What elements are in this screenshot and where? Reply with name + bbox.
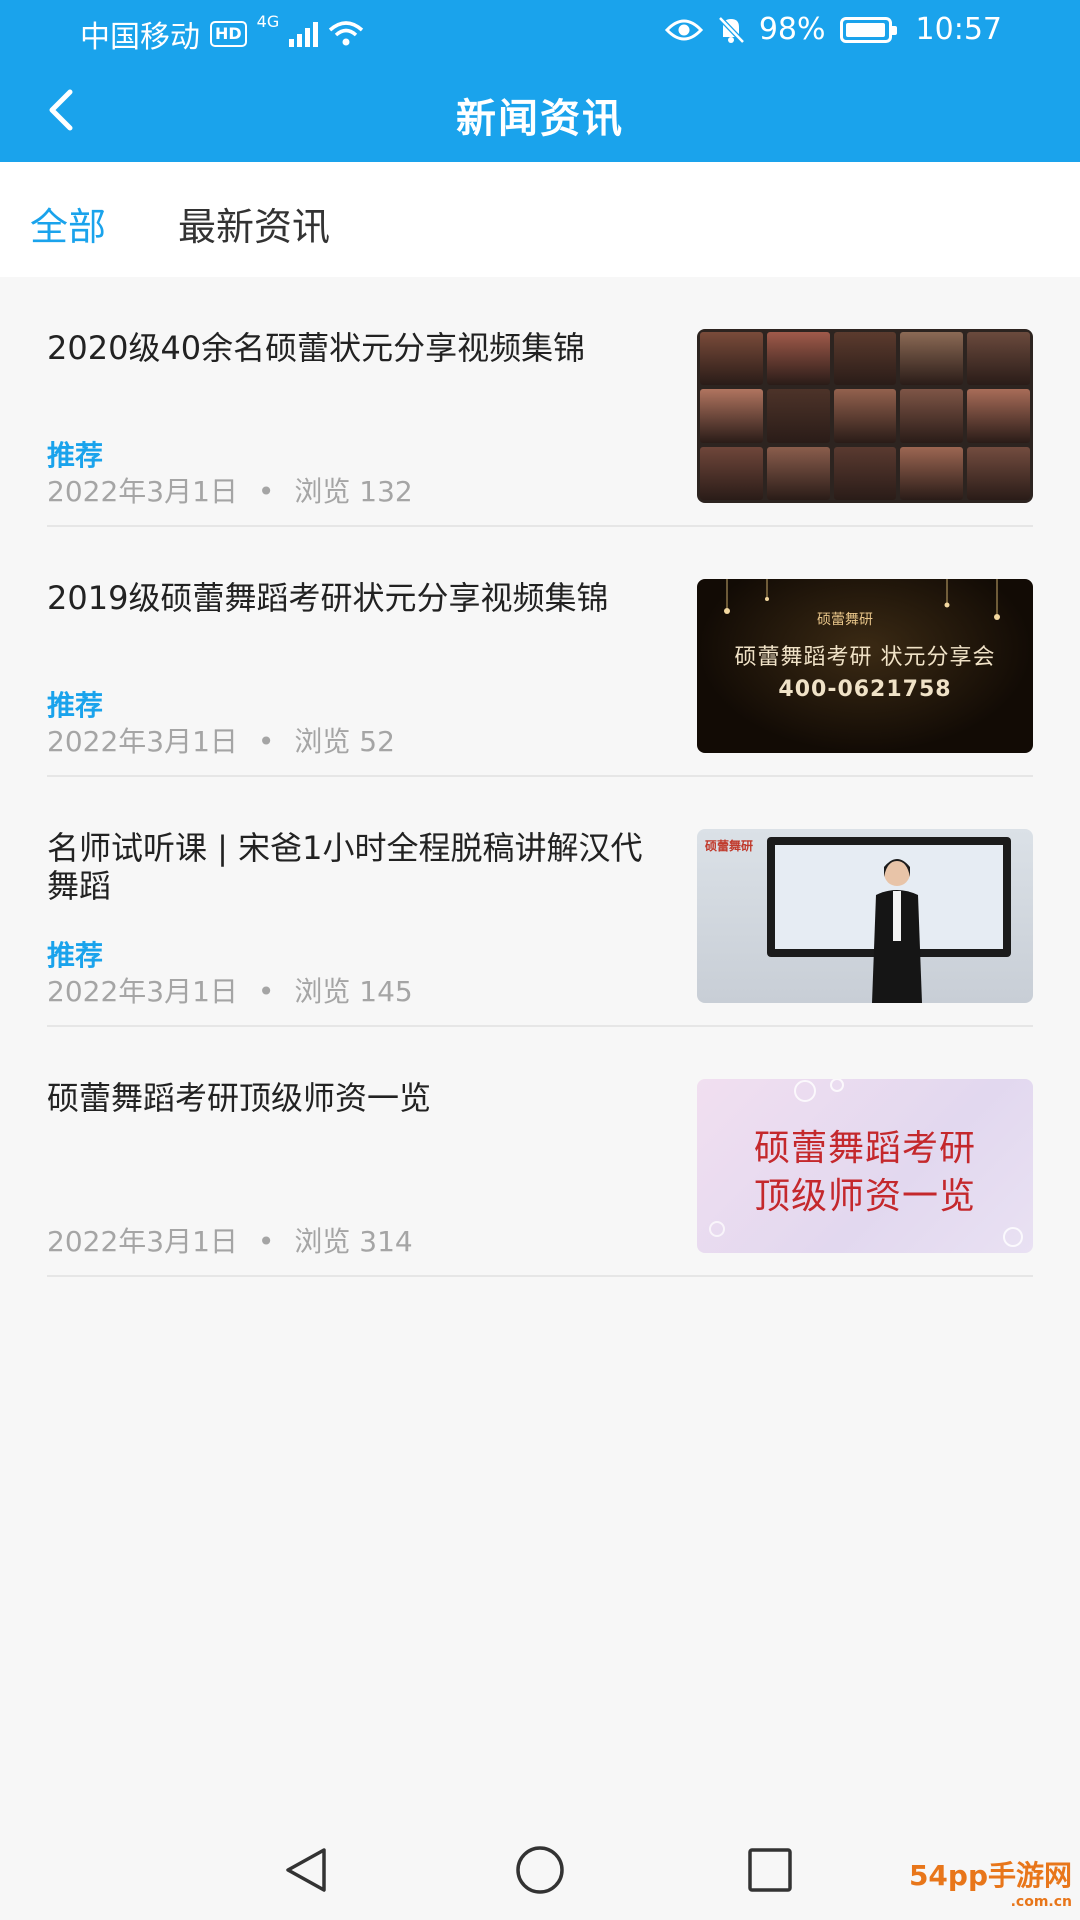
portrait-photo [766, 446, 830, 500]
recommend-tag: 推荐 [47, 439, 104, 472]
separator-dot: • [257, 475, 275, 508]
square-recent-icon[interactable] [740, 1840, 800, 1900]
news-meta: 2022年3月1日 • 浏览 132 [47, 470, 413, 510]
site-watermark: 54pp手游网 .com.cn [909, 1854, 1072, 1910]
news-item[interactable]: 2019级硕蕾舞蹈考研状元分享视频集锦 推荐 2022年3月1日 • 浏览 52 硕… [47, 527, 1033, 777]
portrait-photo [900, 446, 964, 500]
app-header: 中国移动 HD 4G 98% 10:57 新闻资讯 [0, 0, 1080, 162]
thumbnail-text: 硕蕾舞蹈考研 [753, 1128, 976, 1169]
battery-percent: 98% [758, 12, 826, 47]
news-date: 2022年3月1日 [47, 1225, 238, 1258]
watermark-sub: .com.cn [1010, 1894, 1072, 1910]
news-title: 2019级硕蕾舞蹈考研状元分享视频集锦 [47, 579, 609, 617]
news-title: 2020级40余名硕蕾状元分享视频集锦 [47, 329, 586, 367]
separator-dot: • [257, 725, 275, 758]
portrait-photo [967, 446, 1030, 500]
news-thumbnail [697, 329, 1033, 503]
recommend-tag: 推荐 [47, 939, 104, 972]
status-bar: 中国移动 HD 4G 98% 10:57 [0, 0, 1080, 62]
watermark-main: 54pp手游网 [908, 1859, 1072, 1892]
news-meta: 2022年3月1日 • 浏览 145 [47, 970, 413, 1010]
circle-home-icon[interactable] [510, 1840, 570, 1900]
news-meta: 2022年3月1日 • 浏览 52 [47, 720, 395, 760]
teacher-figure [872, 859, 922, 1003]
wifi-icon [329, 21, 364, 46]
news-meta: 2022年3月1日 • 浏览 314 [47, 1220, 413, 1260]
thumbnail-logo: 硕蕾舞研 [705, 839, 754, 853]
tab-latest-news[interactable]: 最新资讯 [178, 196, 330, 251]
portrait-photo [967, 332, 1030, 386]
news-title: 名师试听课 | 宋爸1小时全程脱稿讲解汉代舞蹈 [47, 829, 643, 905]
network-label: 4G [256, 12, 280, 31]
portrait-photo [833, 332, 897, 386]
hd-badge: HD [210, 21, 247, 47]
recommend-tag: 推荐 [47, 689, 104, 722]
portrait-photo [833, 446, 897, 500]
news-date: 2022年3月1日 [47, 725, 238, 758]
news-item[interactable]: 硕蕾舞蹈考研顶级师资一览 2022年3月1日 • 浏览 314 硕蕾舞蹈考研 顶级师… [47, 1027, 1033, 1277]
portrait-photo [700, 446, 763, 500]
separator-dot: • [257, 1225, 275, 1258]
signal-icon [289, 21, 319, 47]
thumbnail-logo: 硕蕾舞研 [817, 612, 873, 628]
portrait-photo [833, 389, 897, 443]
news-date: 2022年3月1日 [47, 975, 238, 1008]
news-title: 硕蕾舞蹈考研顶级师资一览 [47, 1079, 432, 1117]
portrait-photo [766, 332, 830, 386]
news-thumbnail: 硕蕾舞蹈考研 顶级师资一览 [697, 1079, 1033, 1253]
eye-icon [664, 19, 703, 40]
portrait-photo [766, 389, 830, 443]
portrait-photo [700, 332, 763, 386]
page-title: 新闻资讯 [456, 96, 624, 142]
battery-fill [845, 22, 885, 37]
tab-bar: 全部 最新资讯 [0, 162, 1080, 277]
portrait-photo [967, 389, 1030, 443]
news-views: 浏览 132 [294, 475, 413, 508]
news-thumbnail: 硕蕾舞研 [697, 829, 1033, 1003]
news-views: 浏览 314 [294, 1225, 413, 1258]
thumbnail-text: 硕蕾舞蹈考研 状元分享会 [734, 645, 996, 670]
news-views: 浏览 145 [294, 975, 413, 1008]
battery-icon [839, 16, 897, 43]
news-item[interactable]: 2020级40余名硕蕾状元分享视频集锦 推荐 2022年3月1日 • 浏览 132 [47, 277, 1033, 527]
clock: 10:57 [915, 12, 1002, 47]
news-item[interactable]: 名师试听课 | 宋爸1小时全程脱稿讲解汉代舞蹈 推荐 2022年3月1日 • 浏览 … [47, 777, 1033, 1027]
news-date: 2022年3月1日 [47, 475, 238, 508]
portrait-photo [900, 332, 964, 386]
thumbnail-phone: 400-0621758 [778, 677, 952, 702]
news-views: 浏览 52 [294, 725, 395, 758]
tab-all[interactable]: 全部 [30, 196, 106, 251]
separator-dot: • [257, 975, 275, 1008]
portrait-photo [900, 389, 964, 443]
triangle-back-icon[interactable] [278, 1840, 338, 1900]
portrait-photo [700, 389, 763, 443]
mute-bell-icon [718, 15, 745, 44]
news-thumbnail: 硕蕾舞研 硕蕾舞蹈考研 状元分享会 400-0621758 [697, 579, 1033, 753]
system-nav-bar: 54pp手游网 .com.cn [0, 1820, 1080, 1920]
thumbnail-text: 顶级师资一览 [753, 1176, 976, 1217]
carrier-label: 中国移动 [80, 20, 200, 55]
